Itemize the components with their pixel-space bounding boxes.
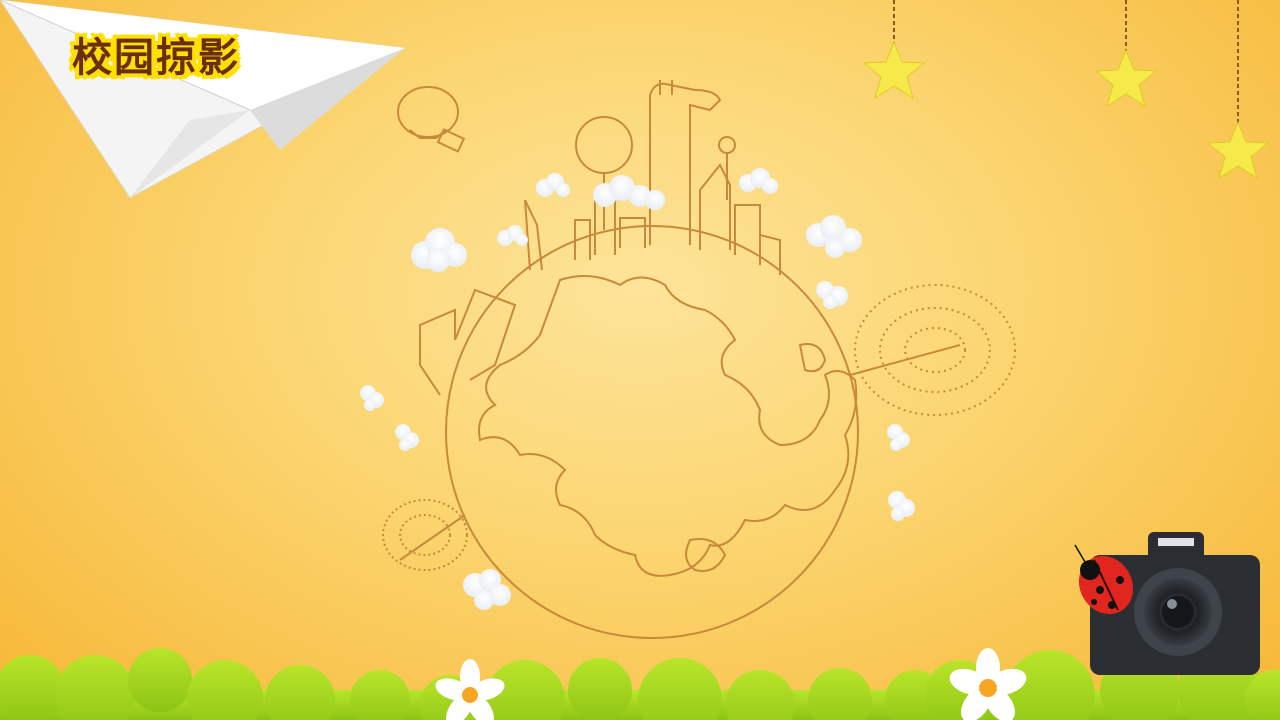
- giraffe-icon: [649, 80, 722, 245]
- globe-illustration: [382, 80, 1016, 639]
- slide-title: 校园掠影: [72, 35, 240, 81]
- hanging-star-icon: [1094, 0, 1158, 108]
- background-art: [0, 0, 1280, 720]
- tree-icon: [382, 499, 468, 571]
- tree-icon: [854, 284, 1016, 416]
- cloud-icon: [360, 168, 915, 610]
- paper-plane-icon: [0, 0, 407, 199]
- hanging-star-icon: [1206, 0, 1270, 180]
- slide: 校园掠影: [0, 0, 1280, 720]
- grass-bushes: [0, 648, 1280, 720]
- hot-air-balloon-icon: [397, 86, 466, 153]
- hanging-star-icon: [862, 0, 926, 100]
